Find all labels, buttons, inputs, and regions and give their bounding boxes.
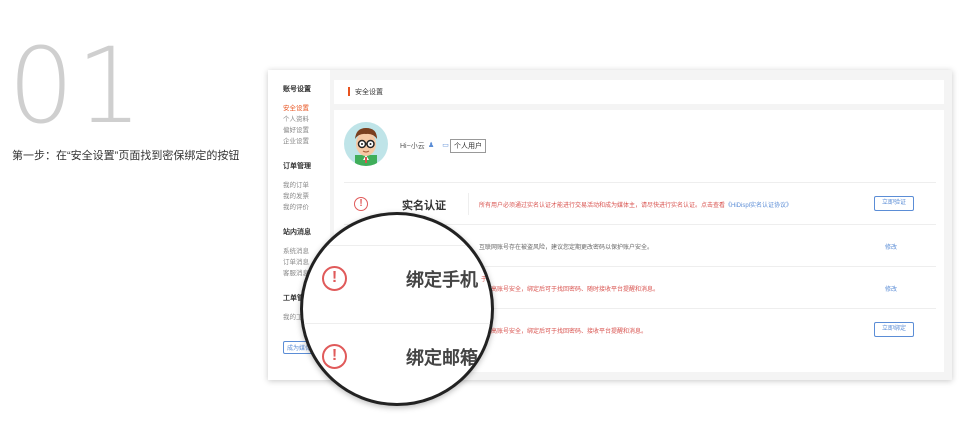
page-header: 安全设置 bbox=[334, 80, 944, 104]
sidebar-group-account: 账号设置 安全设置 个人资料 偏好设置 企业设置 bbox=[283, 84, 330, 147]
security-row-description: 于提高账号安全，绑定后可于找回密码、接收平台提醒和消息。 bbox=[479, 329, 648, 335]
user-verification-icons: ♟ ▭ bbox=[428, 142, 452, 149]
sidebar-group-title: 订单管理 bbox=[283, 163, 311, 170]
sidebar-group-title: 账号设置 bbox=[283, 86, 311, 93]
bind-phone-title[interactable]: 绑定手机 bbox=[406, 266, 478, 292]
step-description: 第一步：在“安全设置”页面找到密保绑定的按钮 bbox=[12, 150, 240, 162]
sidebar-group-orders: 订单管理 我的订单 我的发票 我的评价 bbox=[283, 161, 330, 213]
sidebar-item-enterprise[interactable]: 企业设置 bbox=[283, 136, 330, 147]
page-title: 安全设置 bbox=[355, 89, 383, 96]
sidebar-group-title: 站内消息 bbox=[283, 229, 311, 236]
magnifier-callout: ! 绑定手机 于提高账号安全，绑定后可于找回密码、随时接收平台提醒和消息。 ! … bbox=[300, 212, 494, 406]
magnified-row-bind-phone: ! 绑定手机 于提高账号安全，绑定后可于找回密码、随时接收平台提醒和消息。 bbox=[303, 245, 491, 309]
modify-phone-link[interactable]: 修改 bbox=[885, 284, 897, 293]
real-name-agreement-link[interactable]: 《HiDispl实名认证协议》 bbox=[725, 203, 792, 209]
avatar[interactable] bbox=[344, 122, 388, 166]
exclamation-circle-icon: ! bbox=[322, 266, 347, 291]
sidebar-item-security[interactable]: 安全设置 bbox=[283, 103, 330, 114]
exclamation-circle-icon: ! bbox=[322, 344, 347, 369]
magnified-row-bind-email: ! 绑定邮箱 于提高账号安全，绑定后可于找回密码、接收平台提醒和消息。 bbox=[303, 323, 491, 387]
exclamation-circle-icon: ! bbox=[354, 197, 368, 211]
bind-email-button[interactable]: 立即绑定 bbox=[874, 322, 914, 337]
sidebar-item-preferences[interactable]: 偏好设置 bbox=[283, 125, 330, 136]
security-row-title: 实名认证 bbox=[402, 200, 446, 212]
row-divider bbox=[468, 193, 469, 215]
sidebar-item-my-orders[interactable]: 我的订单 bbox=[283, 180, 330, 191]
user-type-badge: 个人用户 bbox=[450, 139, 486, 153]
modify-password-link[interactable]: 修改 bbox=[885, 242, 897, 251]
cartoon-avatar-icon bbox=[355, 128, 377, 166]
header-accent-bar bbox=[348, 87, 350, 96]
sidebar-item-profile[interactable]: 个人资料 bbox=[283, 114, 330, 125]
security-row-description: 互联网账号存在被盗风险，建议您定期更改密码以保护账户安全。 bbox=[479, 245, 654, 251]
step-number: 01 bbox=[8, 25, 145, 147]
security-row-description: 所有用户必须通过实名认证才能进行交易活动和成为媒体主，请尽快进行实名认证。点击查… bbox=[479, 203, 793, 209]
sidebar-item-my-reviews[interactable]: 我的评价 bbox=[283, 202, 330, 213]
verify-now-button[interactable]: 立即验证 bbox=[874, 196, 914, 211]
sidebar-item-my-invoices[interactable]: 我的发票 bbox=[283, 191, 330, 202]
user-name: Hi~小云 bbox=[400, 143, 425, 150]
security-row-description: 于提高账号安全，绑定后可于找回密码、随时接收平台提醒和消息。 bbox=[479, 287, 660, 293]
bind-email-title[interactable]: 绑定邮箱 bbox=[406, 344, 478, 370]
security-row-real-name: ! 实名认证 所有用户必须通过实名认证才能进行交易活动和成为媒体主，请尽快进行实… bbox=[344, 182, 936, 224]
